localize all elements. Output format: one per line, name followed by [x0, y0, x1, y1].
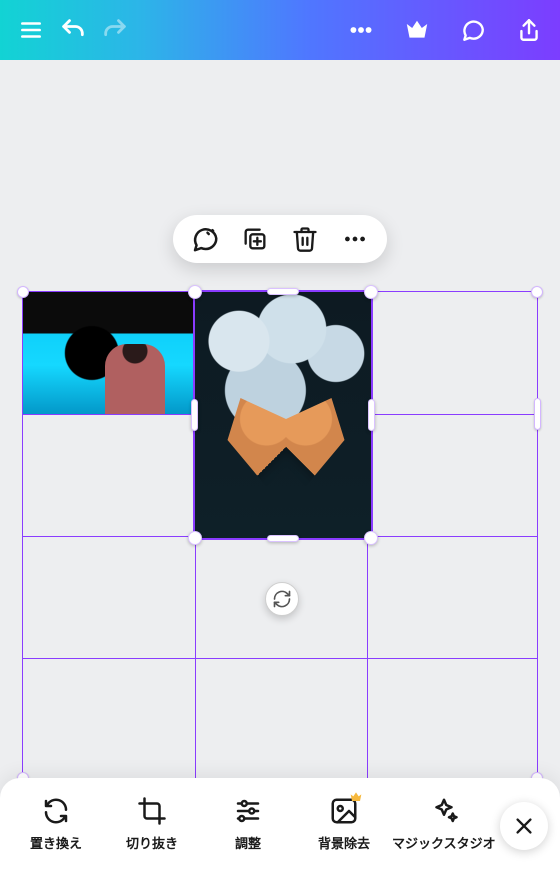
- design-canvas[interactable]: [0, 60, 560, 873]
- grid-photo[interactable]: [23, 292, 195, 414]
- more-icon[interactable]: [342, 11, 380, 49]
- rotate-handle[interactable]: [265, 582, 299, 616]
- tool-magic[interactable]: マジックスタジオ: [392, 795, 496, 852]
- tool-adjust[interactable]: 調整: [200, 795, 296, 852]
- sliders-icon: [232, 795, 264, 827]
- pro-badge-icon: [348, 789, 364, 810]
- grid-resize-handle[interactable]: [531, 286, 543, 298]
- tool-replace[interactable]: 置き換え: [8, 795, 104, 852]
- redo-icon[interactable]: [96, 11, 134, 49]
- tool-crop[interactable]: 切り抜き: [104, 795, 200, 852]
- chat-icon[interactable]: [454, 11, 492, 49]
- grid-photo-selected[interactable]: [195, 292, 371, 538]
- undo-icon[interactable]: [54, 11, 92, 49]
- crop-icon: [136, 795, 168, 827]
- menu-icon[interactable]: [12, 11, 50, 49]
- grid-resize-handle[interactable]: [534, 398, 541, 430]
- tool-label: 背景除去: [318, 833, 370, 852]
- grid-resize-handle[interactable]: [17, 286, 29, 298]
- removebg-icon: [328, 795, 360, 827]
- context-action-pill: [173, 215, 387, 263]
- grid-line: [23, 658, 537, 659]
- duplicate-icon[interactable]: [239, 223, 271, 255]
- tool-label: 切り抜き: [126, 833, 178, 852]
- swap-icon: [40, 795, 72, 827]
- app-header: [0, 0, 560, 60]
- photo-grid[interactable]: [22, 291, 538, 779]
- ai-chat-icon[interactable]: [189, 223, 221, 255]
- share-icon[interactable]: [510, 11, 548, 49]
- close-button[interactable]: [500, 802, 548, 850]
- more-icon[interactable]: [339, 223, 371, 255]
- tool-removebg[interactable]: 背景除去: [296, 795, 392, 852]
- crown-icon[interactable]: [398, 11, 436, 49]
- sparkle-icon: [428, 795, 460, 827]
- tool-label: 置き換え: [30, 833, 82, 852]
- tool-label: 調整: [235, 833, 261, 852]
- trash-icon[interactable]: [289, 223, 321, 255]
- tool-label: マジックスタジオ: [392, 833, 496, 852]
- edit-toolbar: 置き換え 切り抜き 調整 背景除去 マジックスタジオ: [0, 778, 560, 873]
